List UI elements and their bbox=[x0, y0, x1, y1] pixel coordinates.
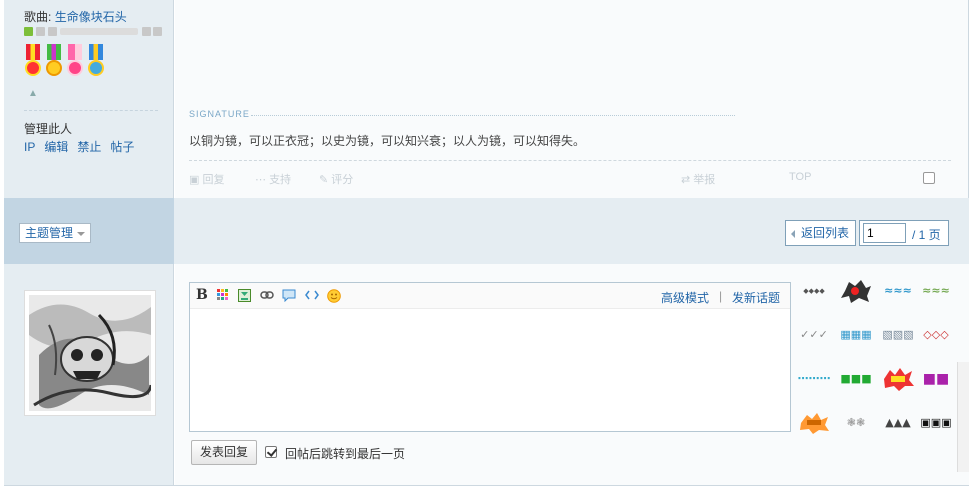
reply-textarea[interactable] bbox=[190, 310, 790, 431]
play-icon[interactable] bbox=[24, 27, 33, 36]
sticker-item[interactable]: ◇◇◇ bbox=[919, 322, 953, 348]
medal-icon bbox=[45, 44, 63, 78]
song-prefix: 歌曲: bbox=[24, 10, 52, 24]
report-action[interactable]: ⇄ 举报 bbox=[681, 171, 715, 187]
sticker-item[interactable]: ❃❃ bbox=[839, 410, 873, 436]
post-body: SIGNATURE 以铜为镜，可以正衣冠；以史为镜，可以知兴衰；以人为镜，可以知… bbox=[175, 0, 969, 198]
reply-form: B 高级模式 | 发新话题 发表回复 回帖后跳转到最后一页 ◆◆◆◆ ≈≈≈ ≈… bbox=[175, 264, 969, 486]
medals-row bbox=[24, 44, 108, 80]
advanced-mode-link[interactable]: 高级模式 bbox=[661, 289, 709, 306]
sticker-item[interactable]: ◆◆◆◆ bbox=[797, 278, 831, 304]
medal-icon bbox=[66, 44, 84, 78]
bottom-border bbox=[4, 485, 969, 486]
pager: / 1 页 bbox=[859, 220, 949, 246]
quick-sticker-panel: ◆◆◆◆ ≈≈≈ ≈≈≈ ✓✓✓ ▦▦▦ ▧▧▧ ◇◇◇ ⋯⋯⋯ ■■■ ■■ … bbox=[797, 278, 957, 448]
post-actions-divider bbox=[189, 160, 951, 161]
medal-icon bbox=[24, 44, 42, 78]
code-icon[interactable] bbox=[305, 289, 319, 303]
support-action[interactable]: ⋯ 支持 bbox=[255, 171, 291, 187]
sticker-item[interactable]: ▧▧▧ bbox=[881, 322, 915, 348]
forum-thread-page: 歌曲: 生命像块石头 ▲ 管理此人 IP 编辑 禁止 帖子 SIGNATURE … bbox=[0, 0, 969, 489]
top-action[interactable]: TOP bbox=[789, 171, 811, 183]
song-line: 歌曲: 生命像块石头 bbox=[24, 8, 127, 25]
volume-max-icon[interactable] bbox=[153, 27, 162, 36]
sticker-item[interactable]: ■■■ bbox=[839, 366, 873, 392]
sticker-item[interactable] bbox=[797, 410, 831, 436]
reply-action[interactable]: ▣ 回复 bbox=[189, 171, 224, 187]
editor-toolbar: B 高级模式 | 发新话题 bbox=[190, 283, 790, 309]
volume-icon[interactable] bbox=[142, 27, 151, 36]
page-input[interactable] bbox=[863, 223, 906, 243]
divider bbox=[24, 110, 158, 111]
color-icon[interactable] bbox=[217, 289, 231, 303]
bold-icon[interactable]: B bbox=[196, 287, 210, 303]
pause-icon[interactable] bbox=[36, 27, 45, 36]
sticker-item[interactable] bbox=[881, 366, 915, 392]
post-actions: ▣ 回复 ⋯ 支持 ✎ 评分 ⇄ 举报 TOP bbox=[189, 171, 949, 187]
scrollbar[interactable] bbox=[957, 362, 969, 472]
sticker-item[interactable]: ⋯⋯⋯ bbox=[797, 366, 831, 392]
reply-author-panel bbox=[4, 264, 174, 486]
sticker-item[interactable]: ▦▦▦ bbox=[839, 322, 873, 348]
avatar-image bbox=[29, 295, 153, 411]
signature-divider bbox=[251, 115, 735, 116]
music-player bbox=[24, 26, 162, 37]
manage-ban-link[interactable]: 禁止 bbox=[77, 140, 101, 154]
page-total: / 1 页 bbox=[912, 228, 941, 242]
stop-icon[interactable] bbox=[48, 27, 57, 36]
sticker-item[interactable]: ≈≈≈ bbox=[919, 278, 953, 304]
avatar bbox=[24, 290, 156, 416]
smiley-icon[interactable] bbox=[327, 289, 341, 303]
reply-editor: B 高级模式 | 发新话题 bbox=[189, 282, 791, 432]
sticker-item[interactable] bbox=[839, 278, 873, 304]
post-author-panel: 歌曲: 生命像块石头 ▲ 管理此人 IP 编辑 禁止 帖子 bbox=[4, 0, 174, 198]
toolbar-separator: | bbox=[719, 289, 723, 303]
topic-manage-label: 主题管理 bbox=[25, 226, 74, 240]
manage-ip-link[interactable]: IP bbox=[24, 140, 35, 154]
image-icon[interactable] bbox=[238, 289, 252, 303]
link-icon[interactable] bbox=[260, 289, 274, 303]
song-title-link[interactable]: 生命像块石头 bbox=[55, 10, 127, 24]
manage-posts-link[interactable]: 帖子 bbox=[110, 140, 134, 154]
post-select-checkbox[interactable] bbox=[923, 172, 935, 184]
submit-reply-button[interactable]: 发表回复 bbox=[191, 440, 257, 465]
signature-label: SIGNATURE bbox=[189, 109, 250, 119]
sticker-item[interactable]: ≈≈≈ bbox=[881, 278, 915, 304]
jump-last-page-checkbox[interactable] bbox=[265, 446, 277, 458]
chevron-down-icon bbox=[77, 232, 85, 236]
manage-bar-right: 返回列表 / 1 页 bbox=[174, 198, 969, 264]
signature-text: 以铜为镜，可以正衣冠；以史为镜，可以知兴衰；以人为镜，可以知得失。 bbox=[189, 134, 586, 148]
sticker-item[interactable]: ▣▣▣ bbox=[919, 410, 953, 436]
manage-edit-link[interactable]: 编辑 bbox=[44, 140, 68, 154]
new-topic-link[interactable]: 发新话题 bbox=[732, 289, 780, 306]
arrow-left-icon bbox=[791, 230, 795, 238]
topic-manage-dropdown[interactable]: 主题管理 bbox=[19, 223, 91, 243]
manage-user-links: IP 编辑 禁止 帖子 bbox=[24, 138, 143, 155]
sticker-item[interactable]: ▲▲▲ bbox=[881, 410, 915, 436]
manage-user-title: 管理此人 bbox=[24, 122, 73, 136]
quote-icon[interactable] bbox=[282, 289, 296, 303]
rate-action[interactable]: ✎ 评分 bbox=[319, 171, 353, 187]
back-to-list-button[interactable]: 返回列表 bbox=[785, 220, 856, 246]
manage-bar-left: 主题管理 bbox=[4, 198, 174, 264]
sticker-item[interactable]: ✓✓✓ bbox=[797, 322, 831, 348]
back-to-list-label: 返回列表 bbox=[801, 226, 850, 240]
medal-icon bbox=[87, 44, 105, 78]
online-status-icon: ▲ bbox=[28, 88, 38, 99]
jump-last-page-label: 回帖后跳转到最后一页 bbox=[285, 447, 406, 461]
progress-bar[interactable] bbox=[60, 28, 138, 35]
sticker-item[interactable]: ■■ bbox=[919, 366, 953, 392]
